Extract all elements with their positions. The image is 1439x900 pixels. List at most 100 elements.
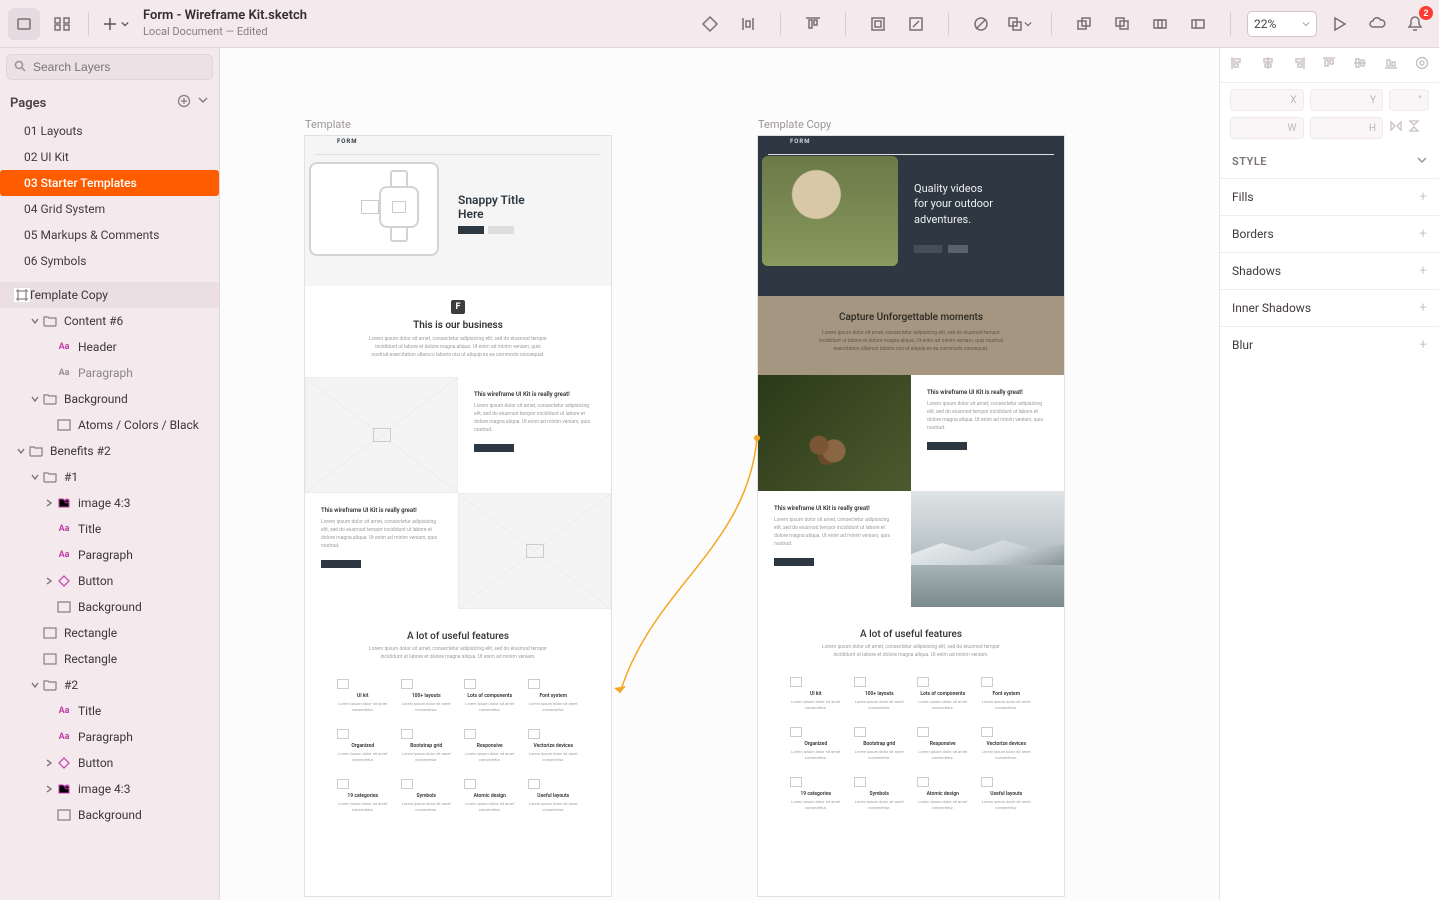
pages-header: Pages xyxy=(0,86,219,116)
mid-section: F This is our business Lorem ipsum dolor… xyxy=(305,286,611,377)
feature-item: Useful layoutsLorem ipsum dolor sit amet… xyxy=(528,779,580,813)
align-bottom-icon[interactable] xyxy=(1384,56,1398,74)
scale-icon[interactable] xyxy=(862,8,894,40)
collapse-pages-icon[interactable] xyxy=(197,94,209,112)
layer-row[interactable]: Content #6 xyxy=(0,308,219,334)
add-page-icon[interactable] xyxy=(177,94,191,112)
align-right-icon[interactable] xyxy=(1292,56,1306,74)
layer-row[interactable]: AaTitle xyxy=(0,516,219,542)
page-item[interactable]: 05 Markups & Comments xyxy=(0,222,219,248)
layer-row[interactable]: Button xyxy=(0,568,219,594)
flip-vertical-icon[interactable] xyxy=(1407,119,1421,137)
layer-row[interactable]: #1 xyxy=(0,464,219,490)
copy-features-section: A lot of useful features Lorem ipsum dol… xyxy=(758,607,1064,829)
cloud-icon[interactable] xyxy=(1361,8,1393,40)
rotation-field[interactable]: ° xyxy=(1389,89,1429,111)
artboard-template-copy[interactable]: FORM Quality videos for your outdoor adv… xyxy=(758,136,1064,896)
style-section-row[interactable]: Inner Shadows+ xyxy=(1220,289,1439,326)
style-section-row[interactable]: Blur+ xyxy=(1220,326,1439,363)
style-section-row[interactable]: Borders+ xyxy=(1220,215,1439,252)
page-item[interactable]: 02 UI Kit xyxy=(0,144,219,170)
mountain-photo xyxy=(911,491,1064,607)
layer-row[interactable]: AaHeader xyxy=(0,334,219,360)
layer-row[interactable]: AaTitle xyxy=(0,698,219,724)
subtract-icon[interactable] xyxy=(1182,8,1214,40)
insert-button[interactable] xyxy=(99,8,131,40)
notifications-icon[interactable]: 2 xyxy=(1399,8,1431,40)
feature-item: Atomic designLorem ipsum dolor sit amet … xyxy=(917,777,969,811)
align-left-icon[interactable] xyxy=(1230,56,1244,74)
hero-section: FORM Snappy Title Here xyxy=(305,136,611,286)
add-icon[interactable]: + xyxy=(1419,226,1427,242)
brown-paragraph: Lorem ipsum dolor sit amet, consectetur … xyxy=(811,329,1011,353)
document-title: Form - Wireframe Kit.sketch xyxy=(143,8,307,25)
align-hcenter-icon[interactable] xyxy=(1261,56,1275,74)
zoom-select[interactable]: 22% xyxy=(1247,11,1317,37)
artboard-label-template[interactable]: Template xyxy=(305,118,351,131)
feature-item: 100+ layoutsLorem ipsum dolor sit amet c… xyxy=(854,677,906,711)
layer-row[interactable]: AaParagraph xyxy=(0,724,219,750)
toolbar-divider xyxy=(88,12,89,36)
feature-item: OrganizedLorem ipsum dolor sit amet cons… xyxy=(790,727,842,761)
style-section-row[interactable]: Fills+ xyxy=(1220,178,1439,215)
add-icon[interactable]: + xyxy=(1419,189,1427,205)
add-icon[interactable]: + xyxy=(1419,337,1427,353)
layer-row[interactable]: image 4:3 xyxy=(0,490,219,516)
components-view-toggle[interactable] xyxy=(46,8,78,40)
layer-row[interactable]: AaParagraph xyxy=(0,360,219,386)
layer-row[interactable]: Background xyxy=(0,802,219,828)
layer-row[interactable]: Template Copy xyxy=(0,282,219,308)
copy-hero: FORM Quality videos for your outdoor adv… xyxy=(758,136,1064,296)
layer-row[interactable]: Rectangle xyxy=(0,646,219,672)
mid-paragraph: Lorem ipsum dolor sit amet, consectetur … xyxy=(368,335,548,359)
search-input[interactable] xyxy=(6,54,213,80)
align-top-icon[interactable] xyxy=(797,8,829,40)
prototype-link-arrow[interactable] xyxy=(612,438,772,712)
page-item[interactable]: 03 Starter Templates xyxy=(0,170,219,196)
edit-icon[interactable] xyxy=(900,8,932,40)
add-icon[interactable]: + xyxy=(1419,300,1427,316)
preview-icon[interactable] xyxy=(1323,8,1355,40)
layer-row[interactable]: Rectangle xyxy=(0,620,219,646)
canvas-view-toggle[interactable] xyxy=(8,8,40,40)
brown-heading: Capture Unforgettable moments xyxy=(786,312,1036,323)
chevron-down-icon[interactable] xyxy=(1417,155,1427,168)
layer-row[interactable]: AaParagraph xyxy=(0,542,219,568)
add-icon[interactable]: + xyxy=(1419,263,1427,279)
align-vcenter-icon[interactable] xyxy=(1353,56,1367,74)
feature-item: ResponsiveLorem ipsum dolor sit amet con… xyxy=(464,729,516,763)
mask-icon[interactable] xyxy=(965,8,997,40)
page-item[interactable]: 06 Symbols xyxy=(0,248,219,274)
settings-icon[interactable] xyxy=(1415,56,1429,74)
split-2: This wireframe UI Kit is really great! L… xyxy=(305,493,611,609)
boolean-ops-icon[interactable] xyxy=(1003,8,1035,40)
union-icon[interactable] xyxy=(1144,8,1176,40)
layer-row[interactable]: #2 xyxy=(0,672,219,698)
w-field[interactable]: W xyxy=(1230,117,1304,139)
layer-row[interactable]: Background xyxy=(0,594,219,620)
flip-horizontal-icon[interactable] xyxy=(1389,119,1403,137)
inspector-panel: X Y ° W H STYLE Fills+Borders+Shadows+In… xyxy=(1219,48,1439,900)
forward-icon[interactable] xyxy=(1068,8,1100,40)
canvas[interactable]: Template Template Copy FORM Snappy Title… xyxy=(220,48,1219,900)
h-field[interactable]: H xyxy=(1310,117,1384,139)
feature-item: SymbolsLorem ipsum dolor sit amet consec… xyxy=(854,777,906,811)
artboard-label-template-copy[interactable]: Template Copy xyxy=(758,118,831,131)
y-field[interactable]: Y xyxy=(1310,89,1384,111)
feature-item: Lots of componentsLorem ipsum dolor sit … xyxy=(917,677,969,711)
layer-row[interactable]: Button xyxy=(0,750,219,776)
distribute-horizontal-icon[interactable] xyxy=(732,8,764,40)
brand-logo: FORM xyxy=(337,138,358,145)
align-top-icon[interactable] xyxy=(1322,56,1336,74)
page-item[interactable]: 01 Layouts xyxy=(0,118,219,144)
backward-icon[interactable] xyxy=(1106,8,1138,40)
create-symbol-icon[interactable] xyxy=(694,8,726,40)
layer-row[interactable]: Atoms / Colors / Black xyxy=(0,412,219,438)
layer-row[interactable]: image 4:3 xyxy=(0,776,219,802)
page-item[interactable]: 04 Grid System xyxy=(0,196,219,222)
style-section-row[interactable]: Shadows+ xyxy=(1220,252,1439,289)
artboard-template[interactable]: FORM Snappy Title Here F This is our bus… xyxy=(305,136,611,896)
layer-row[interactable]: Background xyxy=(0,386,219,412)
layer-row[interactable]: Benefits #2 xyxy=(0,438,219,464)
x-field[interactable]: X xyxy=(1230,89,1304,111)
